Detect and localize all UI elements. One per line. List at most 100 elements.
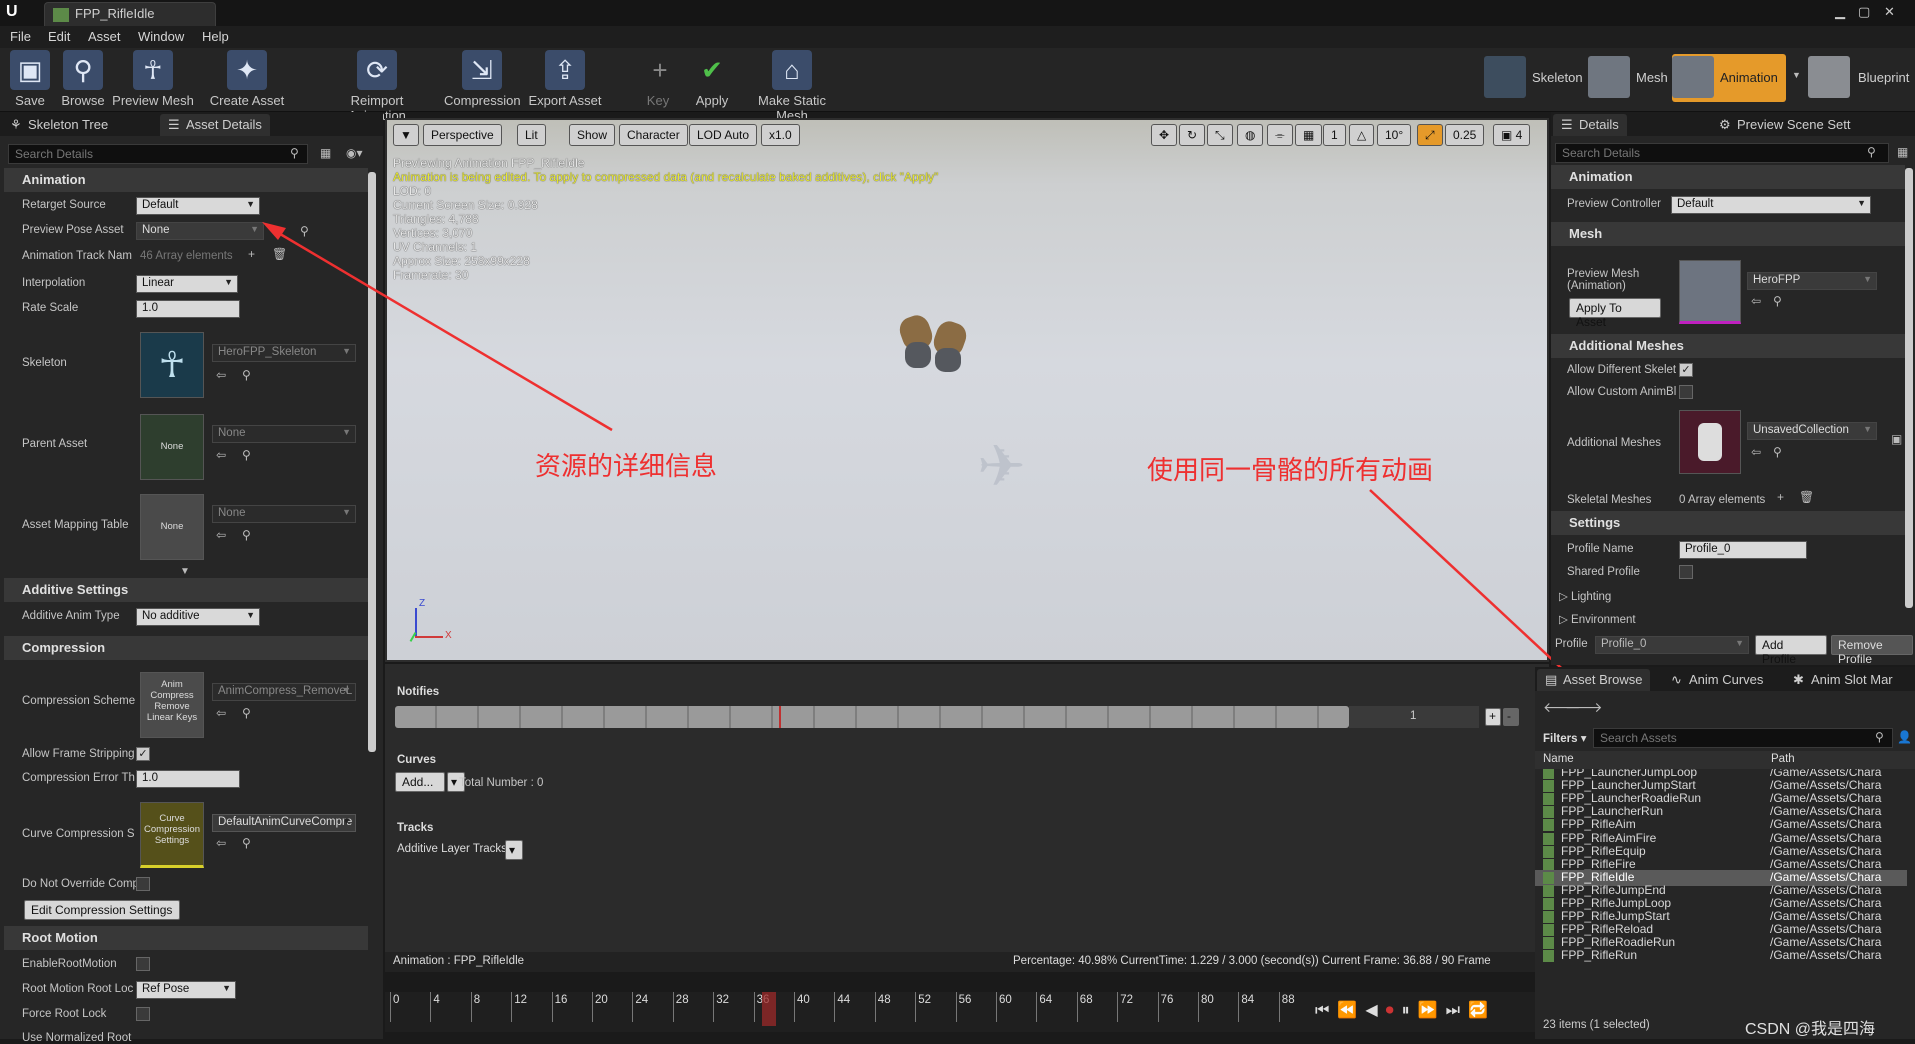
- category-additive-settings[interactable]: Additive Settings: [4, 578, 368, 602]
- close-icon[interactable]: ✕: [1884, 4, 1895, 20]
- trash-icon[interactable]: 🗑: [1799, 490, 1814, 504]
- filters-button[interactable]: Filters ▾: [1543, 731, 1586, 745]
- find-icon[interactable]: ⚲: [1773, 294, 1782, 308]
- asset-mapping-combo[interactable]: None: [212, 505, 356, 523]
- menu-help[interactable]: Help: [202, 29, 229, 44]
- record-icon[interactable]: ⏺: [1386, 1002, 1402, 1019]
- mode-mesh-button[interactable]: Mesh: [1588, 54, 1668, 102]
- scale-snap-icon[interactable]: ⤢: [1417, 124, 1443, 146]
- find-icon[interactable]: ⚲: [242, 448, 251, 462]
- environment-category[interactable]: ▷ Environment: [1559, 612, 1636, 626]
- scrub-bar[interactable]: 0481216202428323640444852566064687276808…: [385, 992, 1549, 1032]
- find-icon[interactable]: ⚲: [242, 368, 251, 382]
- create-asset-button[interactable]: ✦ Create Asset: [206, 50, 288, 108]
- export-asset-button[interactable]: ⇪ Export Asset: [528, 50, 602, 108]
- preview-pose-combo[interactable]: None: [136, 222, 264, 240]
- tab-anim-curves[interactable]: ∿ Anim Curves: [1663, 669, 1771, 691]
- loop-icon[interactable]: 🔁: [1468, 1002, 1496, 1019]
- parent-asset-combo[interactable]: None: [212, 425, 356, 443]
- minimize-icon[interactable]: ▁: [1835, 4, 1845, 20]
- play-reverse-icon[interactable]: ◀: [1365, 1002, 1385, 1019]
- tab-asset-browser[interactable]: ▤ Asset Browse: [1537, 669, 1651, 691]
- notify-track[interactable]: [395, 706, 1349, 728]
- preview-viewport[interactable]: ▼ Perspective Lit Show Character LOD Aut…: [385, 118, 1549, 662]
- use-selected-icon[interactable]: ⇦: [216, 836, 226, 850]
- rate-scale-input[interactable]: 1.0: [136, 300, 240, 318]
- add-element-icon[interactable]: +: [1777, 490, 1784, 504]
- mode-skeleton-button[interactable]: Skeleton: [1484, 54, 1584, 102]
- category-root-motion[interactable]: Root Motion: [4, 926, 368, 950]
- preview-mesh-button[interactable]: ☥ Preview Mesh: [112, 50, 194, 108]
- preview-mesh-combo[interactable]: HeroFPP: [1747, 272, 1877, 290]
- use-selected-icon[interactable]: ⇦: [1751, 445, 1761, 459]
- user-icon[interactable]: 👤: [1897, 730, 1912, 744]
- curves-header[interactable]: Curves: [397, 754, 436, 766]
- skip-to-end-icon[interactable]: ⏭: [1446, 1002, 1468, 1019]
- forward-arrow-icon[interactable]: 🡒: [1565, 699, 1603, 716]
- tab-preview-scene-settings[interactable]: ⚙ Preview Scene Sett: [1711, 114, 1858, 136]
- grid-view-icon[interactable]: ▦: [320, 146, 331, 160]
- scale-icon[interactable]: ⤡: [1207, 124, 1233, 146]
- browse-button[interactable]: ⚲ Browse: [58, 50, 108, 108]
- parent-asset-thumbnail[interactable]: None: [140, 414, 204, 480]
- enable-root-motion-checkbox[interactable]: [136, 957, 150, 971]
- scale-size-button[interactable]: 0.25: [1445, 124, 1485, 146]
- step-back-icon[interactable]: ⏪: [1337, 1002, 1365, 1019]
- surface-snap-icon[interactable]: ⌯: [1267, 124, 1293, 146]
- tab-asset-details[interactable]: ☰ Asset Details: [160, 114, 270, 136]
- category-additional-meshes[interactable]: Additional Meshes: [1551, 334, 1905, 358]
- show-button[interactable]: Show: [569, 124, 616, 146]
- menu-file[interactable]: File: [10, 29, 31, 44]
- browse-icon[interactable]: ⚲: [300, 224, 309, 238]
- use-selected-icon[interactable]: ⇦: [216, 706, 226, 720]
- lod-button[interactable]: LOD Auto: [689, 124, 758, 146]
- find-icon[interactable]: ⚲: [242, 528, 251, 542]
- left-scrollbar[interactable]: [368, 172, 376, 752]
- playback-speed-button[interactable]: x1.0: [761, 124, 800, 146]
- skeleton-thumbnail-box[interactable]: ☥: [140, 332, 204, 398]
- add-curve-button[interactable]: Add...: [395, 772, 445, 792]
- use-selected-icon[interactable]: ⇦: [216, 528, 226, 542]
- mode-dropdown-icon[interactable]: ▼: [1792, 70, 1801, 80]
- step-forward-icon[interactable]: ⏩: [1418, 1002, 1446, 1019]
- world-local-icon[interactable]: ◍: [1237, 124, 1264, 146]
- rotation-snap-icon[interactable]: △: [1349, 124, 1375, 146]
- preview-mesh-thumbnail[interactable]: [1679, 260, 1741, 324]
- notifies-header[interactable]: Notifies: [397, 686, 439, 698]
- add-element-icon[interactable]: +: [248, 247, 255, 261]
- curve-compression-thumbnail[interactable]: Curve Compression Settings: [140, 802, 204, 868]
- use-selected-icon[interactable]: ⇦: [1751, 294, 1761, 308]
- allow-custom-animbp-checkbox[interactable]: [1679, 385, 1693, 399]
- curve-compression-combo[interactable]: DefaultAnimCurveCompre: [212, 814, 356, 832]
- category-animation[interactable]: Animation: [4, 168, 368, 192]
- character-button[interactable]: Character: [619, 124, 688, 146]
- compression-scheme-combo[interactable]: AnimCompress_RemoveL: [212, 683, 356, 701]
- allow-frame-stripping-checkbox[interactable]: ✓: [136, 747, 150, 761]
- category-compression[interactable]: Compression: [4, 636, 368, 660]
- tracks-header[interactable]: Tracks: [397, 822, 433, 834]
- translate-icon[interactable]: ✥: [1151, 124, 1178, 146]
- skeleton-combo[interactable]: HeroFPP_Skeleton: [212, 344, 356, 362]
- mode-blueprint-button[interactable]: Blueprint: [1808, 54, 1914, 102]
- save-button[interactable]: ▣ Save: [8, 50, 52, 108]
- grid-view-icon[interactable]: ▦: [1897, 145, 1908, 159]
- root-lock-combo[interactable]: Ref Pose: [136, 981, 236, 999]
- viewport-options-button[interactable]: ▼: [393, 124, 419, 146]
- rotate-icon[interactable]: ↻: [1179, 124, 1206, 146]
- force-root-lock-checkbox[interactable]: [136, 1007, 150, 1021]
- profile-combo[interactable]: Profile_0: [1595, 636, 1749, 654]
- use-selected-icon[interactable]: ⇦: [216, 368, 226, 382]
- key-button[interactable]: + Key: [640, 50, 676, 108]
- remove-profile-button[interactable]: Remove Profile: [1831, 635, 1913, 666]
- left-search-input[interactable]: Search Details: [8, 144, 308, 164]
- save-collection-icon[interactable]: ▣: [1891, 432, 1902, 446]
- category-animation[interactable]: Animation: [1551, 165, 1905, 189]
- compression-error-input[interactable]: 1.0: [136, 770, 240, 788]
- menu-edit[interactable]: Edit: [48, 29, 70, 44]
- apply-to-asset-button[interactable]: Apply To Asset: [1569, 298, 1661, 329]
- scrub-position-marker[interactable]: [761, 992, 776, 1026]
- category-mesh[interactable]: Mesh: [1551, 222, 1905, 246]
- additional-meshes-combo[interactable]: UnsavedCollection: [1747, 422, 1877, 440]
- retarget-source-combo[interactable]: Default: [136, 197, 260, 215]
- lighting-category[interactable]: ▷ Lighting: [1559, 589, 1611, 603]
